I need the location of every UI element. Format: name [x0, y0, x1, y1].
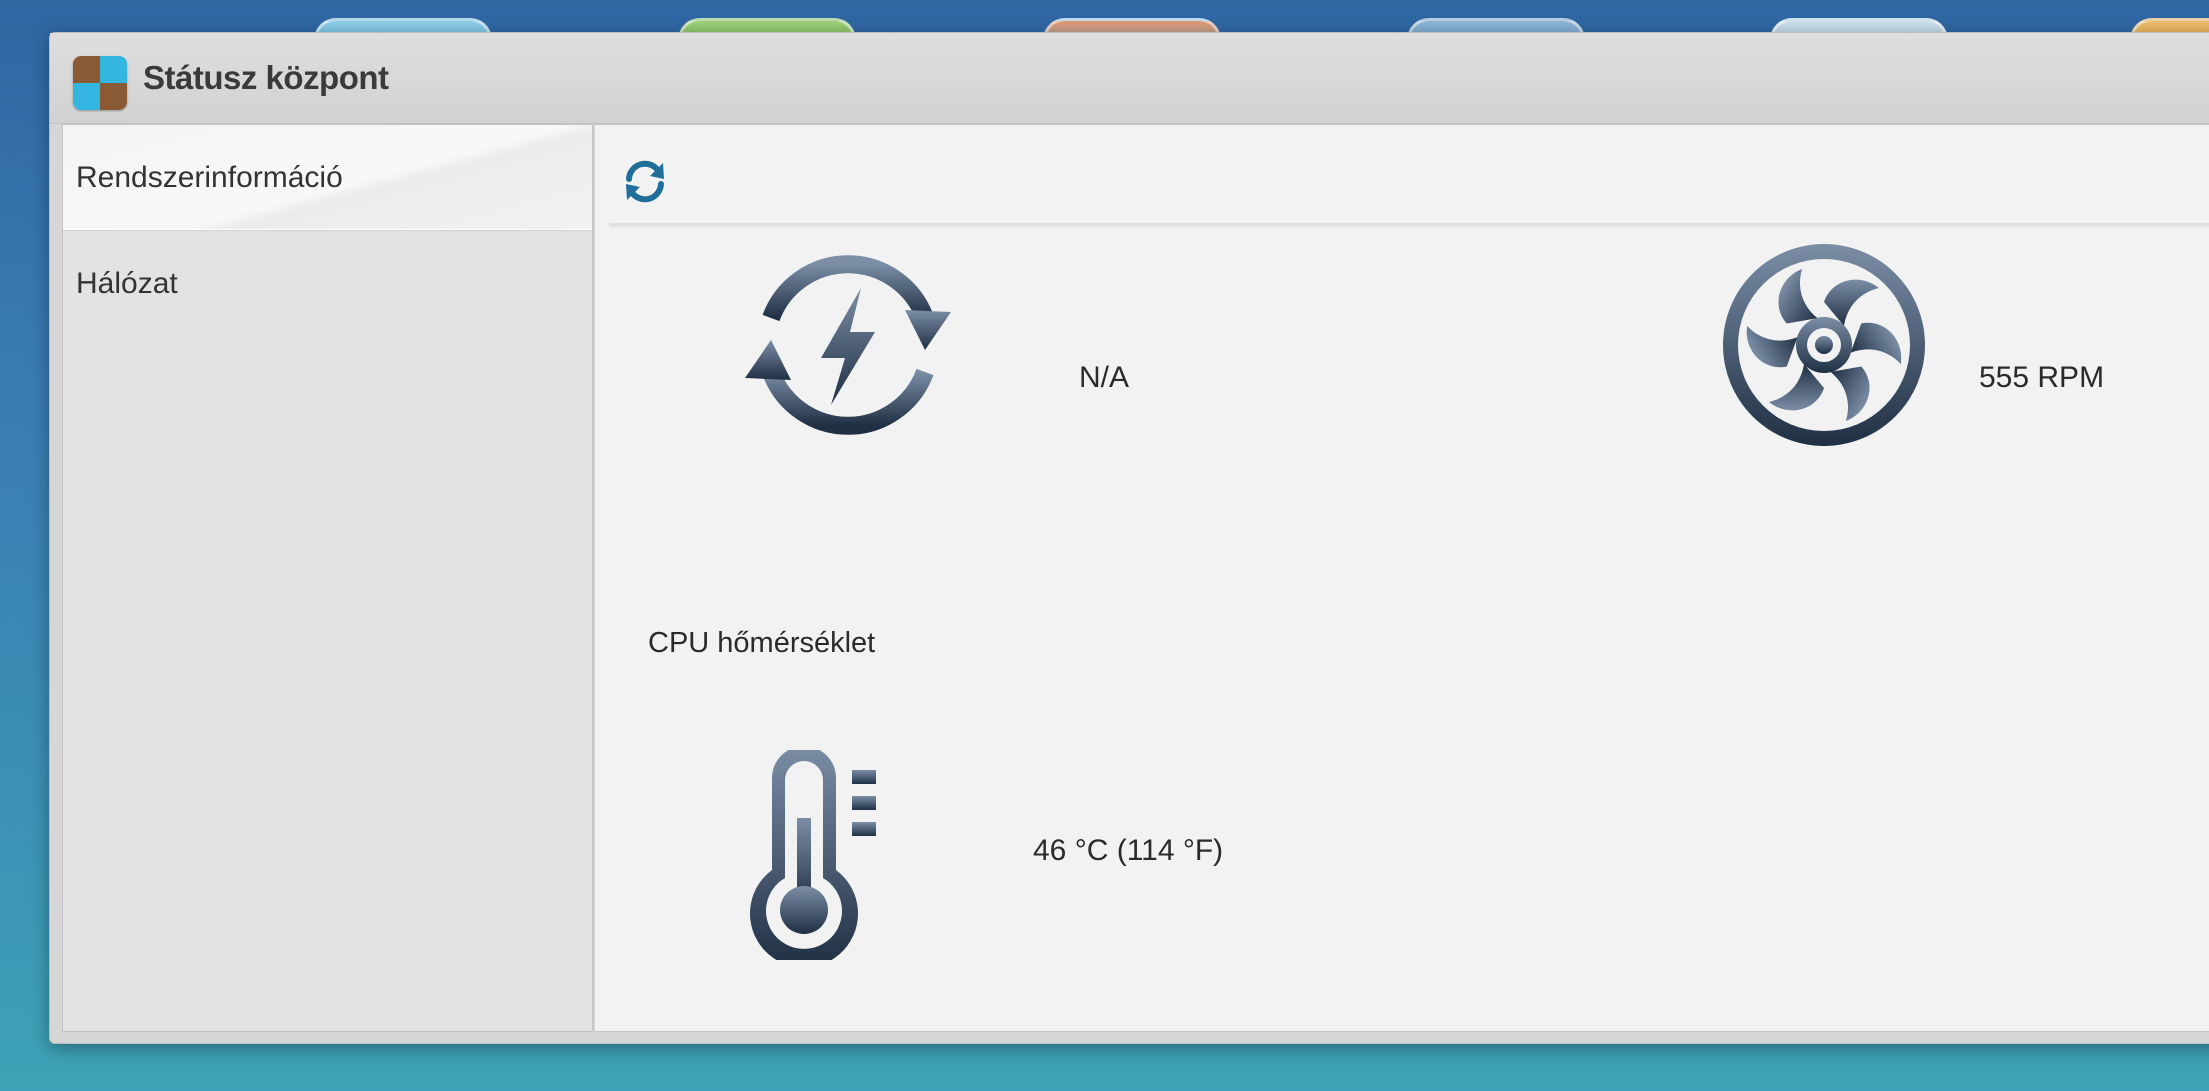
cpu-temp-value: 46 °C (114 °F)	[1033, 834, 1224, 867]
power-recovery-value: N/A	[1079, 361, 1130, 394]
sidebar-item-network[interactable]: Hálózat	[63, 231, 592, 337]
power-cycle-icon	[745, 255, 951, 435]
thermometer-icon	[750, 750, 876, 960]
sidebar-item-label: Hálózat	[76, 267, 178, 300]
status-center-window: Státusz központ Rendszerinformáció Hálóz…	[49, 32, 2209, 1044]
status-center-icon	[73, 56, 127, 110]
sidebar-item-label: Rendszerinformáció	[76, 160, 343, 194]
toolbar	[609, 125, 2209, 226]
refresh-icon[interactable]	[619, 155, 671, 207]
sidebar: Rendszerinformáció Hálózat	[62, 124, 594, 1032]
fan-speed-value: 555 RPM	[1979, 361, 2105, 394]
cpu-temp-label: CPU hőmérséklet	[648, 627, 876, 659]
fan-icon	[1723, 244, 1925, 446]
window-title: Státusz központ	[143, 59, 389, 96]
window-titlebar[interactable]: Státusz központ	[50, 33, 2209, 124]
sidebar-item-system-info[interactable]: Rendszerinformáció	[63, 125, 592, 231]
main-panel: N/A 555 RPM CPU hőmérséklet 46 °C (114 °…	[595, 124, 2209, 1032]
